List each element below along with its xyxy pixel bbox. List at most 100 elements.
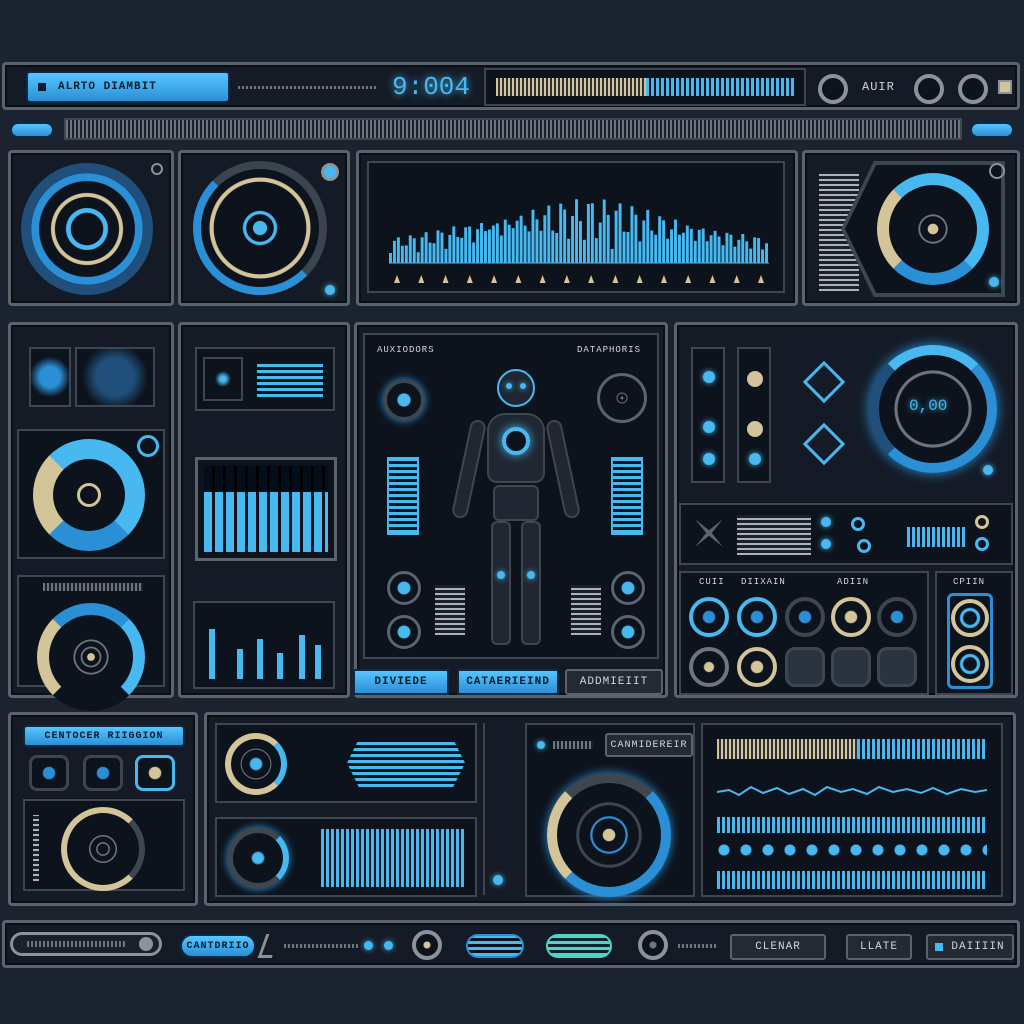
knob-a4[interactable]	[831, 597, 871, 637]
knob-b2[interactable]	[737, 647, 777, 687]
footer-knob-1[interactable]	[412, 930, 442, 960]
slider-2-knob-mid[interactable]	[747, 421, 763, 437]
speaker-panel-1	[8, 150, 174, 306]
slider-2-knob-top[interactable]	[747, 371, 763, 387]
mode-knob-icon[interactable]	[914, 74, 944, 104]
app-title-button[interactable]: ALRTO DIAMBIT	[26, 71, 230, 103]
bottom-knob-2[interactable]	[227, 827, 289, 889]
region-dial-icon[interactable]	[61, 807, 145, 891]
mid-strip-knob-3[interactable]	[975, 515, 989, 529]
slider-track-1[interactable]	[691, 347, 725, 483]
small-square-icon[interactable]	[998, 80, 1012, 94]
speaker-grid-icon[interactable]	[597, 373, 647, 423]
robot-screen: AUXIODORS DATAPHORIS	[363, 333, 659, 659]
spectrum-bar	[630, 206, 634, 263]
llate-button[interactable]: LLATE	[846, 934, 912, 960]
lower-right-knob-1[interactable]	[611, 571, 645, 605]
rail-left-button[interactable]	[10, 122, 54, 138]
footer-knob-2[interactable]	[638, 930, 668, 960]
spectrum-bar	[456, 237, 460, 263]
slider-2-knob-low[interactable]	[749, 453, 761, 465]
lower-left-knob-1[interactable]	[387, 571, 421, 605]
knob-b4[interactable]	[831, 647, 871, 687]
spectrum-bar	[404, 245, 408, 263]
target-ring-icon[interactable]	[383, 379, 425, 421]
region-side-ticks	[33, 815, 39, 881]
knob-a1[interactable]	[689, 597, 729, 637]
top-level-bar-blue	[857, 739, 987, 759]
spectrum-bar	[590, 203, 594, 263]
spectrum-bar	[420, 237, 424, 263]
knob-a3[interactable]	[785, 597, 825, 637]
spectrum-bar	[389, 253, 392, 263]
x-icon[interactable]	[695, 519, 723, 547]
rail-right-button[interactable]	[970, 122, 1014, 138]
lower-right-knob-2[interactable]	[611, 615, 645, 649]
footer-pill-teal[interactable]	[546, 934, 612, 958]
add-mit-button[interactable]: ADDMIEIIT	[565, 669, 663, 695]
knob-a2[interactable]	[737, 597, 777, 637]
divide-button[interactable]: DIVIEDE	[353, 669, 449, 695]
region-key-3[interactable]	[135, 755, 175, 791]
spectrum-bar	[563, 209, 567, 263]
clenar-button[interactable]: CLENAR	[730, 934, 826, 960]
mid-strip-knob-4[interactable]	[975, 537, 989, 551]
center-dial-icon[interactable]	[547, 773, 671, 897]
speaker-dial-icon[interactable]	[21, 163, 153, 295]
spectrum-bar	[618, 203, 622, 263]
control-panel-right: 0,00 CUII DIIXAIN ADIIN CPIIN	[674, 322, 1018, 698]
mid-strip-knob-1[interactable]	[851, 517, 865, 531]
spectrum-bar	[416, 252, 420, 263]
daiiiin-button[interactable]: DAIIIIN	[926, 934, 1014, 960]
lower-left-knob-2[interactable]	[387, 615, 421, 649]
spectrum-bar	[452, 226, 456, 263]
region-key-1[interactable]	[29, 755, 69, 791]
mid-strip-knob-2[interactable]	[857, 539, 871, 553]
side-switch-knob-1[interactable]	[951, 599, 989, 637]
region-title-button[interactable]: CENTOCER RIIGGION	[23, 725, 185, 747]
map-thumb-1[interactable]	[29, 347, 71, 407]
footer-led-2	[384, 941, 393, 950]
spectrum-tick	[588, 275, 595, 283]
slider-1-knob-low[interactable]	[703, 453, 715, 465]
radar-dial-icon[interactable]	[877, 173, 989, 285]
knob-b5[interactable]	[877, 647, 917, 687]
spectrum-bar	[606, 214, 610, 263]
cantdriio-button[interactable]: CANTDRIIO	[180, 934, 256, 958]
slider-1-knob-top[interactable]	[703, 371, 715, 383]
fingerprint-gauge-icon[interactable]	[37, 603, 145, 711]
knob-a5[interactable]	[877, 597, 917, 637]
slider-track-2[interactable]	[737, 347, 771, 483]
header-level-fill-blue	[646, 78, 796, 96]
settings-knob-icon[interactable]	[958, 74, 988, 104]
bottom-knob-1[interactable]	[225, 733, 287, 795]
diamond-button-2[interactable]	[802, 422, 846, 466]
header-signal-line	[238, 86, 378, 89]
corner-knob-icon[interactable]	[321, 163, 339, 181]
category-button[interactable]: CATAERIEIND	[457, 669, 559, 695]
knob-b3[interactable]	[785, 647, 825, 687]
spectrum-bar	[677, 234, 681, 263]
knob-b1[interactable]	[689, 647, 729, 687]
gauge-dial-icon[interactable]	[193, 161, 327, 295]
bottom-vertical-rail	[483, 723, 497, 895]
side-switch-knob-2[interactable]	[951, 645, 989, 683]
footer-pill-blue[interactable]	[466, 934, 524, 958]
slider-1-knob-mid[interactable]	[703, 421, 715, 433]
canmidereir-pill[interactable]: CANMIDEREIR	[605, 733, 693, 757]
spectrum-bar	[717, 236, 721, 263]
lower-right-readout	[571, 585, 601, 635]
side-switch-panel: CPIIN	[935, 571, 1013, 695]
spectrum-bar	[622, 231, 626, 263]
region-key-2[interactable]	[83, 755, 123, 791]
power-knob-icon[interactable]	[818, 74, 848, 104]
spectrum-bar	[670, 229, 673, 263]
footer-slider-knob[interactable]	[139, 937, 153, 951]
diamond-button-1[interactable]	[802, 360, 846, 404]
footer-slider[interactable]	[10, 932, 162, 956]
radar-led	[989, 277, 999, 287]
donut-corner-icon[interactable]	[137, 435, 159, 457]
map-thumb-2[interactable]	[75, 347, 155, 407]
radar-close-icon[interactable]	[989, 163, 1005, 179]
spectrum-bar	[503, 219, 507, 263]
